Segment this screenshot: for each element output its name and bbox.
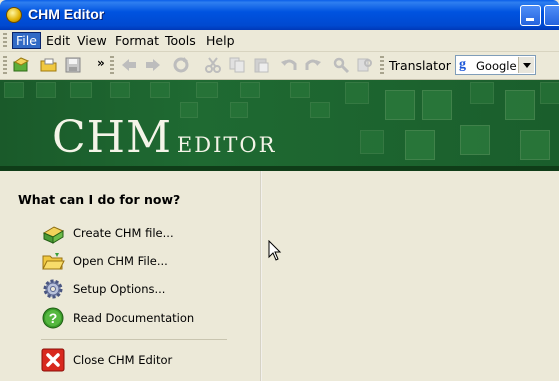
redo-icon[interactable] — [304, 56, 322, 74]
copy-icon[interactable] — [228, 56, 246, 74]
toolbar-grip-2[interactable] — [110, 56, 114, 75]
setup-options-label: Setup Options... — [73, 282, 166, 296]
close-icon — [41, 348, 65, 372]
back-icon[interactable] — [120, 56, 138, 74]
save-icon[interactable] — [64, 56, 82, 74]
help-icon: ? — [41, 306, 65, 330]
translator-selected-value: Google — [476, 59, 517, 73]
new-book-icon[interactable] — [12, 56, 30, 74]
open-chm-label: Open CHM File... — [73, 254, 168, 268]
open-folder-icon — [41, 249, 65, 273]
close-editor-label: Close CHM Editor — [73, 353, 173, 367]
create-book-icon — [41, 221, 65, 245]
title-bar[interactable]: CHM Editor — [0, 0, 559, 30]
open-folder-icon[interactable] — [40, 56, 58, 74]
menu-format[interactable]: Format — [112, 32, 162, 49]
menu-tools[interactable]: Tools — [162, 32, 199, 49]
mouse-cursor-icon — [268, 240, 282, 261]
window-title: CHM Editor — [28, 6, 105, 22]
maximize-button[interactable] — [544, 5, 559, 26]
chevron-down-icon[interactable] — [518, 57, 534, 73]
translator-select[interactable]: g Google — [455, 55, 536, 75]
toolbar-grip-3[interactable] — [380, 56, 384, 75]
app-icon[interactable] — [6, 7, 22, 23]
menu-help[interactable]: Help — [203, 32, 238, 49]
find-icon[interactable] — [332, 56, 350, 74]
read-documentation-label: Read Documentation — [73, 311, 195, 325]
banner-title: CHM editor — [52, 112, 276, 163]
cut-icon[interactable] — [204, 56, 222, 74]
menu-view[interactable]: View — [74, 32, 110, 49]
google-icon: g — [459, 57, 466, 72]
app-banner: CHM editor — [0, 80, 559, 171]
toolbar: » Translator g Google — [0, 52, 559, 80]
menu-file[interactable]: File — [12, 32, 41, 49]
toolbar-overflow-button[interactable]: » — [97, 56, 105, 70]
minimize-icon — [526, 18, 534, 21]
translator-label: Translator — [389, 58, 451, 73]
menu-bar: File Edit View Format Tools Help — [0, 30, 559, 52]
create-chm-label: Create CHM file... — [73, 226, 174, 240]
panel-divider — [41, 339, 227, 340]
menu-edit[interactable]: Edit — [43, 32, 73, 49]
svg-text:?: ? — [49, 310, 58, 326]
refresh-icon[interactable] — [172, 56, 190, 74]
replace-icon[interactable] — [356, 56, 374, 74]
panel-heading: What can I do for now? — [18, 192, 181, 207]
gear-icon — [41, 277, 65, 301]
banner-title-small: editor — [176, 125, 277, 160]
undo-icon[interactable] — [280, 56, 298, 74]
minimize-button[interactable] — [520, 5, 541, 26]
toolbar-grip[interactable] — [3, 56, 7, 75]
task-panel: What can I do for now? Create CHM file..… — [0, 171, 260, 381]
paste-icon[interactable] — [252, 56, 270, 74]
menu-grip[interactable] — [3, 33, 7, 48]
content-area — [262, 171, 559, 381]
banner-title-big: CHM — [52, 112, 173, 163]
forward-icon[interactable] — [144, 56, 162, 74]
